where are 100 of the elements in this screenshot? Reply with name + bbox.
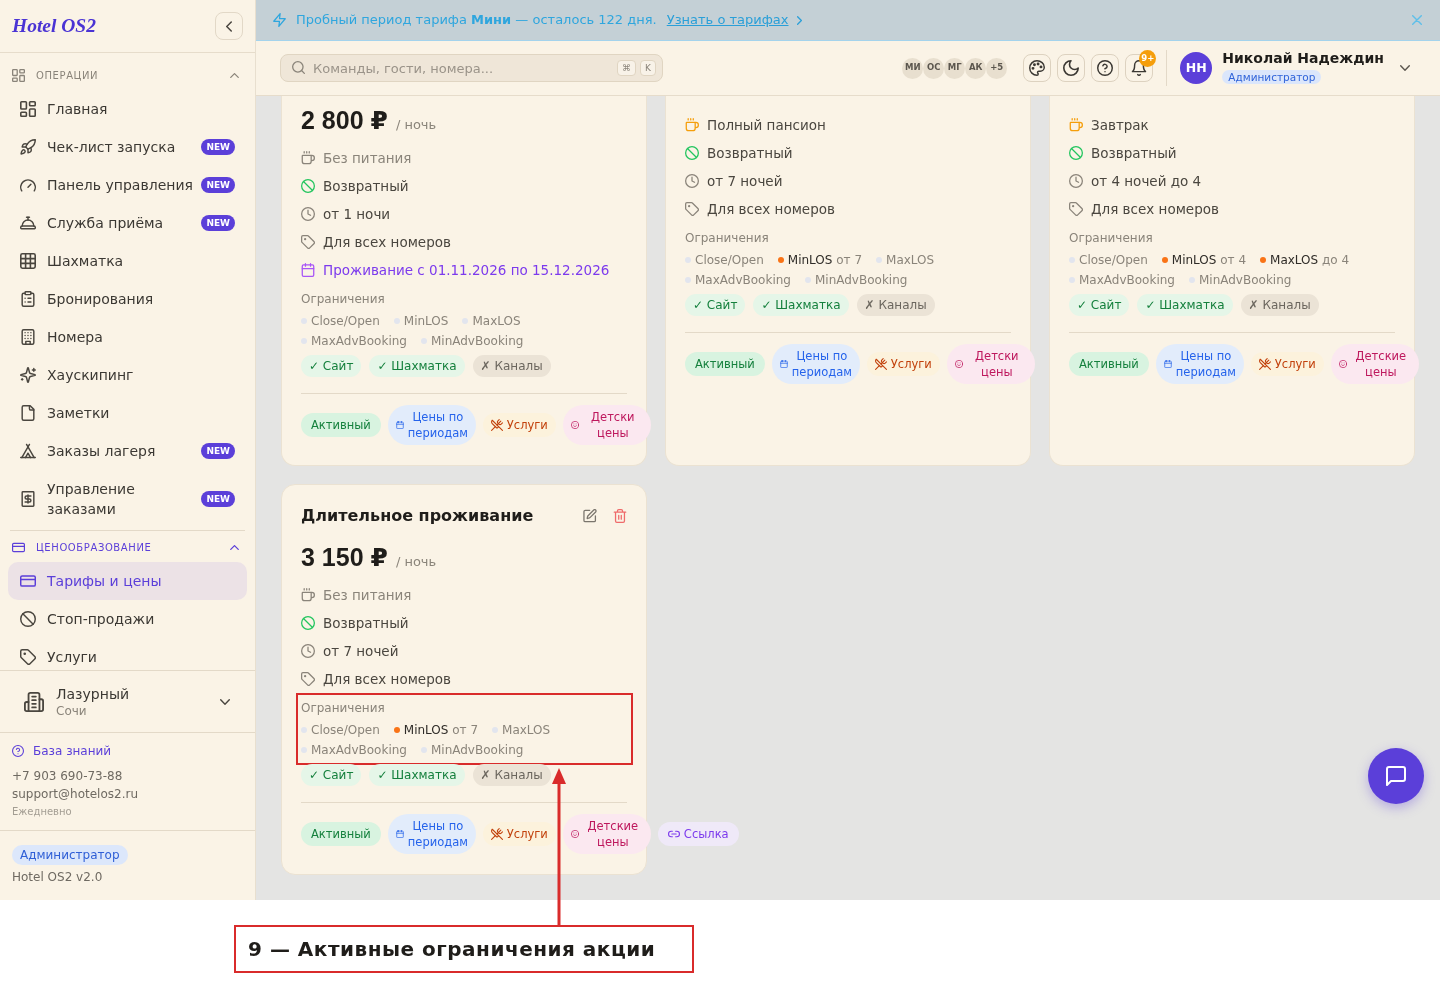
feature-text: Для всех номеров <box>707 200 835 219</box>
sidebar-item[interactable]: Чек-лист запуска NEW <box>8 128 247 166</box>
tag-icon <box>20 649 36 665</box>
user-avatar: НН <box>1180 52 1213 84</box>
member-avatar: МГ <box>944 57 966 79</box>
price-unit: / ночь <box>395 116 437 134</box>
feature-text: от 7 ночей <box>707 172 783 191</box>
sidebar-item[interactable]: Бронирования <box>8 280 247 318</box>
new-badge: NEW <box>201 215 235 231</box>
feature-text: от 1 ночи <box>323 205 391 224</box>
sidebar-item[interactable]: Главная <box>8 90 247 128</box>
restriction-text: MaxLOS <box>886 252 935 269</box>
member-avatar: АК <box>965 57 987 79</box>
restriction-text: MinLOS от 4 <box>1171 252 1247 269</box>
sidebar-item[interactable]: Номера <box>8 318 247 356</box>
tag-icon <box>1069 202 1083 216</box>
restriction-text: MinAdvBooking <box>1198 272 1292 289</box>
sidebar-item[interactable]: Шахматка <box>8 242 247 280</box>
sidebar-item[interactable]: Заметки <box>8 394 247 432</box>
feature-text: Завтрак <box>1091 116 1149 135</box>
file-icon <box>20 405 36 421</box>
channel-chip: ✓ Сайт <box>685 294 746 316</box>
status-tag: Активный <box>685 352 765 376</box>
channel-chip: ✗ Каналы <box>472 764 551 786</box>
channel-chip: ✗ Каналы <box>1240 294 1319 316</box>
channel-chip: ✓ Шахматка <box>369 764 465 786</box>
restriction-text: Close/Open <box>1079 252 1148 269</box>
app-logo: Hotel OS2 <box>12 14 96 38</box>
sidebar-item[interactable]: Панель управления NEW <box>8 166 247 204</box>
clock-icon <box>1069 174 1083 188</box>
tag-label: Услуги <box>890 356 932 372</box>
user-name: Николай Надеждин <box>1222 49 1384 68</box>
restrictions-label: Ограничения <box>685 230 770 246</box>
channel-chip: ✓ Сайт <box>301 764 362 786</box>
dashboard-icon <box>12 69 25 82</box>
rate-price: 3 150 ₽ <box>301 543 388 571</box>
clock-icon <box>685 174 699 188</box>
support-phone: +7 903 690-73-88 <box>12 767 124 785</box>
lightning-icon <box>273 13 286 27</box>
palette-button[interactable] <box>1023 54 1052 82</box>
smiley-icon <box>1338 360 1347 368</box>
fork-knife-icon <box>490 828 503 840</box>
calendar-icon <box>395 830 404 838</box>
sidebar-item[interactable]: Управление заказами NEW <box>8 470 247 528</box>
help-icon <box>12 745 24 757</box>
help-button[interactable] <box>1091 54 1120 82</box>
smiley-icon <box>570 421 579 429</box>
property-selector[interactable]: Лазурный Сочи <box>0 670 255 733</box>
feature-text: Проживание с 01.11.2026 по 15.12.2026 <box>323 261 610 280</box>
tag-label: Услуги <box>506 417 548 433</box>
restrictions-label: Ограничения <box>1069 230 1154 246</box>
grid-icon <box>20 253 36 269</box>
restriction-text: MaxAdvBooking <box>1079 272 1175 289</box>
tag-label: Цены по периодам <box>791 348 852 380</box>
search-icon <box>292 61 305 74</box>
credit-card-icon <box>12 541 25 554</box>
ban-icon <box>1069 146 1083 160</box>
tag-label: Услуги <box>1274 356 1316 372</box>
dark-mode-button[interactable] <box>1057 54 1086 82</box>
user-menu-button[interactable]: НН Николай Надеждин Администратор <box>1180 49 1410 87</box>
dashboard-icon <box>20 101 36 117</box>
tag-label: Детские цены <box>1354 348 1408 380</box>
banner-text: Пробный период тарифа Мини — осталось 122 дня. <box>296 10 657 29</box>
property-name: Лазурный <box>56 684 130 703</box>
restrictions-label: Ограничения <box>301 291 386 307</box>
restriction-text: MaxLOS до 4 <box>1270 252 1350 269</box>
role-badge: Администратор <box>12 845 128 865</box>
sidebar-item[interactable]: Хаускипинг <box>8 356 247 394</box>
sidebar-item[interactable]: Заказы лагеря NEW <box>8 432 247 470</box>
status-tag: Активный <box>301 822 381 846</box>
annotation-label: 9 — Активные ограничения акции <box>234 925 694 973</box>
restriction-text: MinLOS <box>403 313 449 330</box>
chevron-right-icon <box>796 15 802 25</box>
building-icon <box>20 329 36 345</box>
delete-button[interactable] <box>613 509 627 523</box>
tag-label: Детские цены <box>586 818 640 850</box>
smiley-icon <box>954 360 963 368</box>
tag-label: Детски цены <box>974 348 1020 380</box>
chat-button[interactable] <box>1368 748 1424 804</box>
clock-icon <box>301 207 315 221</box>
shortcut-key: ⌘ <box>617 60 637 76</box>
restriction-text: Close/Open <box>695 252 764 269</box>
ban-icon <box>685 146 699 160</box>
calendar-icon <box>1163 360 1172 368</box>
restriction-text: Close/Open <box>311 722 380 739</box>
chevron-down-icon <box>1400 65 1410 71</box>
section-toggle[interactable]: ЦЕНООБРАЗОВАНИЕ <box>8 533 247 562</box>
sidebar-item[interactable]: Услуги <box>8 638 247 670</box>
sidebar-item[interactable]: Стоп-продажи <box>8 600 247 638</box>
tag-label: Цены по периодам <box>407 409 468 441</box>
tag-label: Услуги <box>506 826 548 842</box>
knowledge-base-link[interactable]: База знаний <box>12 743 112 759</box>
tag-icon <box>301 672 315 686</box>
edit-button[interactable] <box>583 509 597 523</box>
sidebar-item[interactable]: Тарифы и цены <box>8 562 247 600</box>
support-hours: Ежедневно <box>12 804 73 819</box>
sidebar-item[interactable]: Служба приёма NEW <box>8 204 247 242</box>
channel-chip: ✓ Шахматка <box>369 355 465 377</box>
collapse-button[interactable] <box>215 12 243 40</box>
link-icon <box>667 828 680 840</box>
